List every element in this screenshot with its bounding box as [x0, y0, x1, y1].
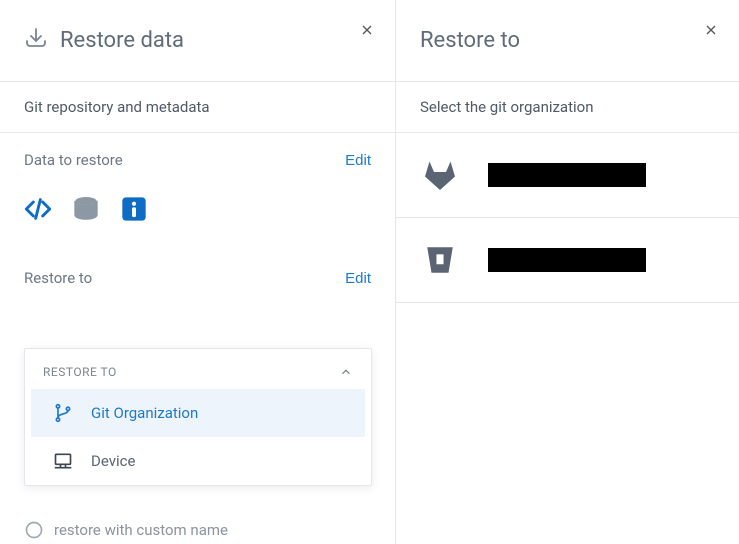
- chevron-up-icon: [339, 365, 353, 379]
- database-icon: [72, 195, 100, 223]
- data-icons-row: [24, 187, 371, 241]
- section-data-to-restore: Data to restore Edit: [0, 133, 395, 251]
- restore-to-panel: Restore to Select the git organization: [396, 0, 739, 544]
- panel-header: Restore to: [396, 0, 739, 82]
- device-icon: [53, 451, 73, 471]
- panel-subtitle: Git repository and metadata: [0, 82, 395, 133]
- panel-header: Restore data: [0, 0, 395, 82]
- gitlab-icon: [420, 155, 460, 195]
- section-restore-to: Restore to Edit: [0, 251, 395, 315]
- panel-title: Restore to: [420, 28, 520, 53]
- bitbucket-icon: [420, 240, 460, 280]
- dropdown-item-label: Git Organization: [91, 404, 198, 422]
- edit-button[interactable]: Edit: [345, 270, 371, 287]
- edit-button[interactable]: Edit: [345, 152, 371, 169]
- info-icon: [120, 195, 148, 223]
- org-list: [396, 133, 739, 303]
- panel-title: Restore data: [60, 28, 184, 53]
- org-name-redacted: [488, 248, 646, 272]
- branch-icon: [53, 403, 73, 423]
- org-item-bitbucket[interactable]: [396, 218, 739, 303]
- restore-custom-name-toggle[interactable]: restore with custom name: [24, 520, 228, 540]
- section-label: Restore to: [24, 269, 92, 287]
- dropdown-item-label: Device: [91, 452, 135, 470]
- dropdown-header[interactable]: RESTORE TO: [25, 349, 371, 389]
- section-label: Data to restore: [24, 151, 123, 169]
- org-name-redacted: [488, 163, 646, 187]
- dropdown-item-git-organization[interactable]: Git Organization: [31, 389, 365, 437]
- dropdown-heading: RESTORE TO: [43, 365, 117, 379]
- restore-data-panel: Restore data Git repository and metadata…: [0, 0, 396, 544]
- dropdown-item-device[interactable]: Device: [31, 437, 365, 485]
- panel-subtitle: Select the git organization: [396, 82, 739, 133]
- restore-to-dropdown: RESTORE TO Git Organization Device: [24, 348, 372, 486]
- code-icon: [24, 195, 52, 223]
- restore-icon: [24, 26, 48, 56]
- org-item-gitlab[interactable]: [396, 133, 739, 218]
